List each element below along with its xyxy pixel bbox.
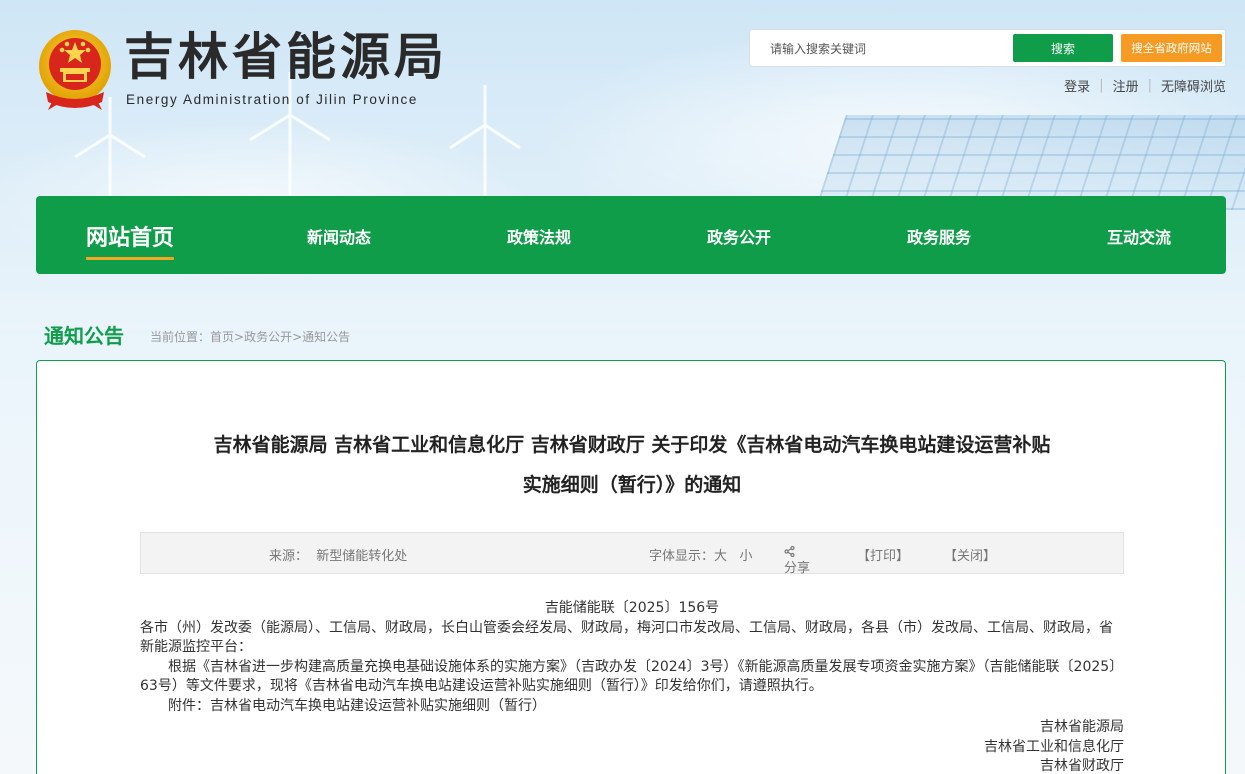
document-number: 吉能储能联〔2025〕156号 <box>544 600 720 616</box>
nav-item-news[interactable]: 新闻动态 <box>307 224 371 248</box>
body-paragraph: 根据《吉林省进一步构建高质量充换电基础设施体系的实施方案》（吉政办发〔2024〕… <box>140 658 1124 695</box>
close-control: 【关闭】 <box>944 545 996 564</box>
source-label: 来源： <box>269 549 309 564</box>
article-title-line: 吉林省能源局 吉林省工业和信息化厅 吉林省财政厅 关于印发《吉林省电动汽车换电站… <box>213 434 1051 456</box>
search-whole-province-button[interactable]: 搜全省政府网站 <box>1121 34 1222 62</box>
recipients-paragraph: 各市（州）发改委（能源局）、工信局、财政局，长白山管委会经发局、财政局，梅河口市… <box>140 619 1113 656</box>
article-title-line: 实施细则（暂行）》的通知 <box>522 474 742 496</box>
nav-item-home[interactable]: 网站首页 <box>86 220 175 260</box>
link-divider: | <box>1099 78 1104 93</box>
search-input[interactable] <box>770 39 1010 59</box>
close-button[interactable]: 【关闭】 <box>944 549 996 564</box>
breadcrumb-home[interactable]: 首页 <box>210 330 234 344</box>
breadcrumb-gov-affairs[interactable]: 政务公开 <box>244 330 292 344</box>
article-body: 吉能储能联〔2025〕156号 各市（州）发改委（能源局）、工信局、财政局，长白… <box>140 599 1124 774</box>
signature-line: 吉林省工业和信息化厅 <box>984 738 1124 755</box>
font-size-control: 字体显示：大 小 <box>649 545 752 564</box>
font-size-label: 字体显示： <box>649 549 715 564</box>
share-label: 分享 <box>784 561 811 576</box>
breadcrumb-separator: > <box>292 330 303 344</box>
accessibility-link[interactable]: 无障碍浏览 <box>1161 76 1226 95</box>
national-emblem-icon <box>39 30 111 110</box>
article-meta-bar: 来源： 新型储能转化处 字体显示：大 小 分享 【打印】 【关闭】 <box>140 532 1124 576</box>
active-indicator <box>86 257 175 260</box>
article-source: 来源： 新型储能转化处 <box>269 545 407 564</box>
share-icon <box>784 545 795 558</box>
top-links: 登录 | 注册 | 无障碍浏览 <box>1064 76 1226 95</box>
attachment-line: 附件：吉林省电动汽车换电站建设运营补贴实施细则（暂行） <box>168 697 546 714</box>
print-control: 【打印】 <box>857 545 909 564</box>
breadcrumb-notices[interactable]: 通知公告 <box>302 330 350 344</box>
breadcrumb-prefix: 当前位置： <box>150 330 211 344</box>
signature-line: 吉林省财政厅 <box>1040 758 1124 774</box>
nav-item-label: 网站首页 <box>86 226 175 251</box>
section-title: 通知公告 <box>44 324 124 348</box>
search-bar: 搜索 搜全省政府网站 <box>749 29 1226 67</box>
article-panel: 吉林省能源局 吉林省工业和信息化厅 吉林省财政厅 关于印发《吉林省电动汽车换电站… <box>36 360 1226 774</box>
logo-title-cn: 吉林省能源局 <box>124 27 448 86</box>
share-control: 分享 <box>784 545 810 576</box>
site-logo[interactable]: 吉林省能源局 Energy Administration of Jilin Pr… <box>36 27 448 112</box>
search-button[interactable]: 搜索 <box>1013 34 1113 62</box>
breadcrumb: 当前位置：首页>政务公开>通知公告 <box>150 328 350 345</box>
article-title: 吉林省能源局 吉林省工业和信息化厅 吉林省财政厅 关于印发《吉林省电动汽车换电站… <box>37 425 1227 505</box>
main-nav: 网站首页 新闻动态 政策法规 政务公开 政务服务 互动交流 <box>36 196 1226 274</box>
source-value: 新型储能转化处 <box>316 549 408 564</box>
login-link[interactable]: 登录 <box>1064 76 1090 95</box>
nav-item-gov-services[interactable]: 政务服务 <box>907 224 971 248</box>
font-small-button[interactable]: 小 <box>739 549 752 564</box>
print-button[interactable]: 【打印】 <box>857 549 909 564</box>
breadcrumb-separator: > <box>234 330 245 344</box>
nav-item-gov-affairs[interactable]: 政务公开 <box>707 224 771 248</box>
nav-item-policy[interactable]: 政策法规 <box>507 224 571 248</box>
register-link[interactable]: 注册 <box>1113 76 1139 95</box>
share-button[interactable]: 分享 <box>784 545 810 576</box>
link-divider: | <box>1147 78 1152 93</box>
nav-item-interaction[interactable]: 互动交流 <box>1107 224 1171 248</box>
signature-line: 吉林省能源局 <box>1040 719 1124 735</box>
font-large-button[interactable]: 大 <box>714 549 727 564</box>
logo-title-en: Energy Administration of Jilin Province <box>126 92 419 107</box>
